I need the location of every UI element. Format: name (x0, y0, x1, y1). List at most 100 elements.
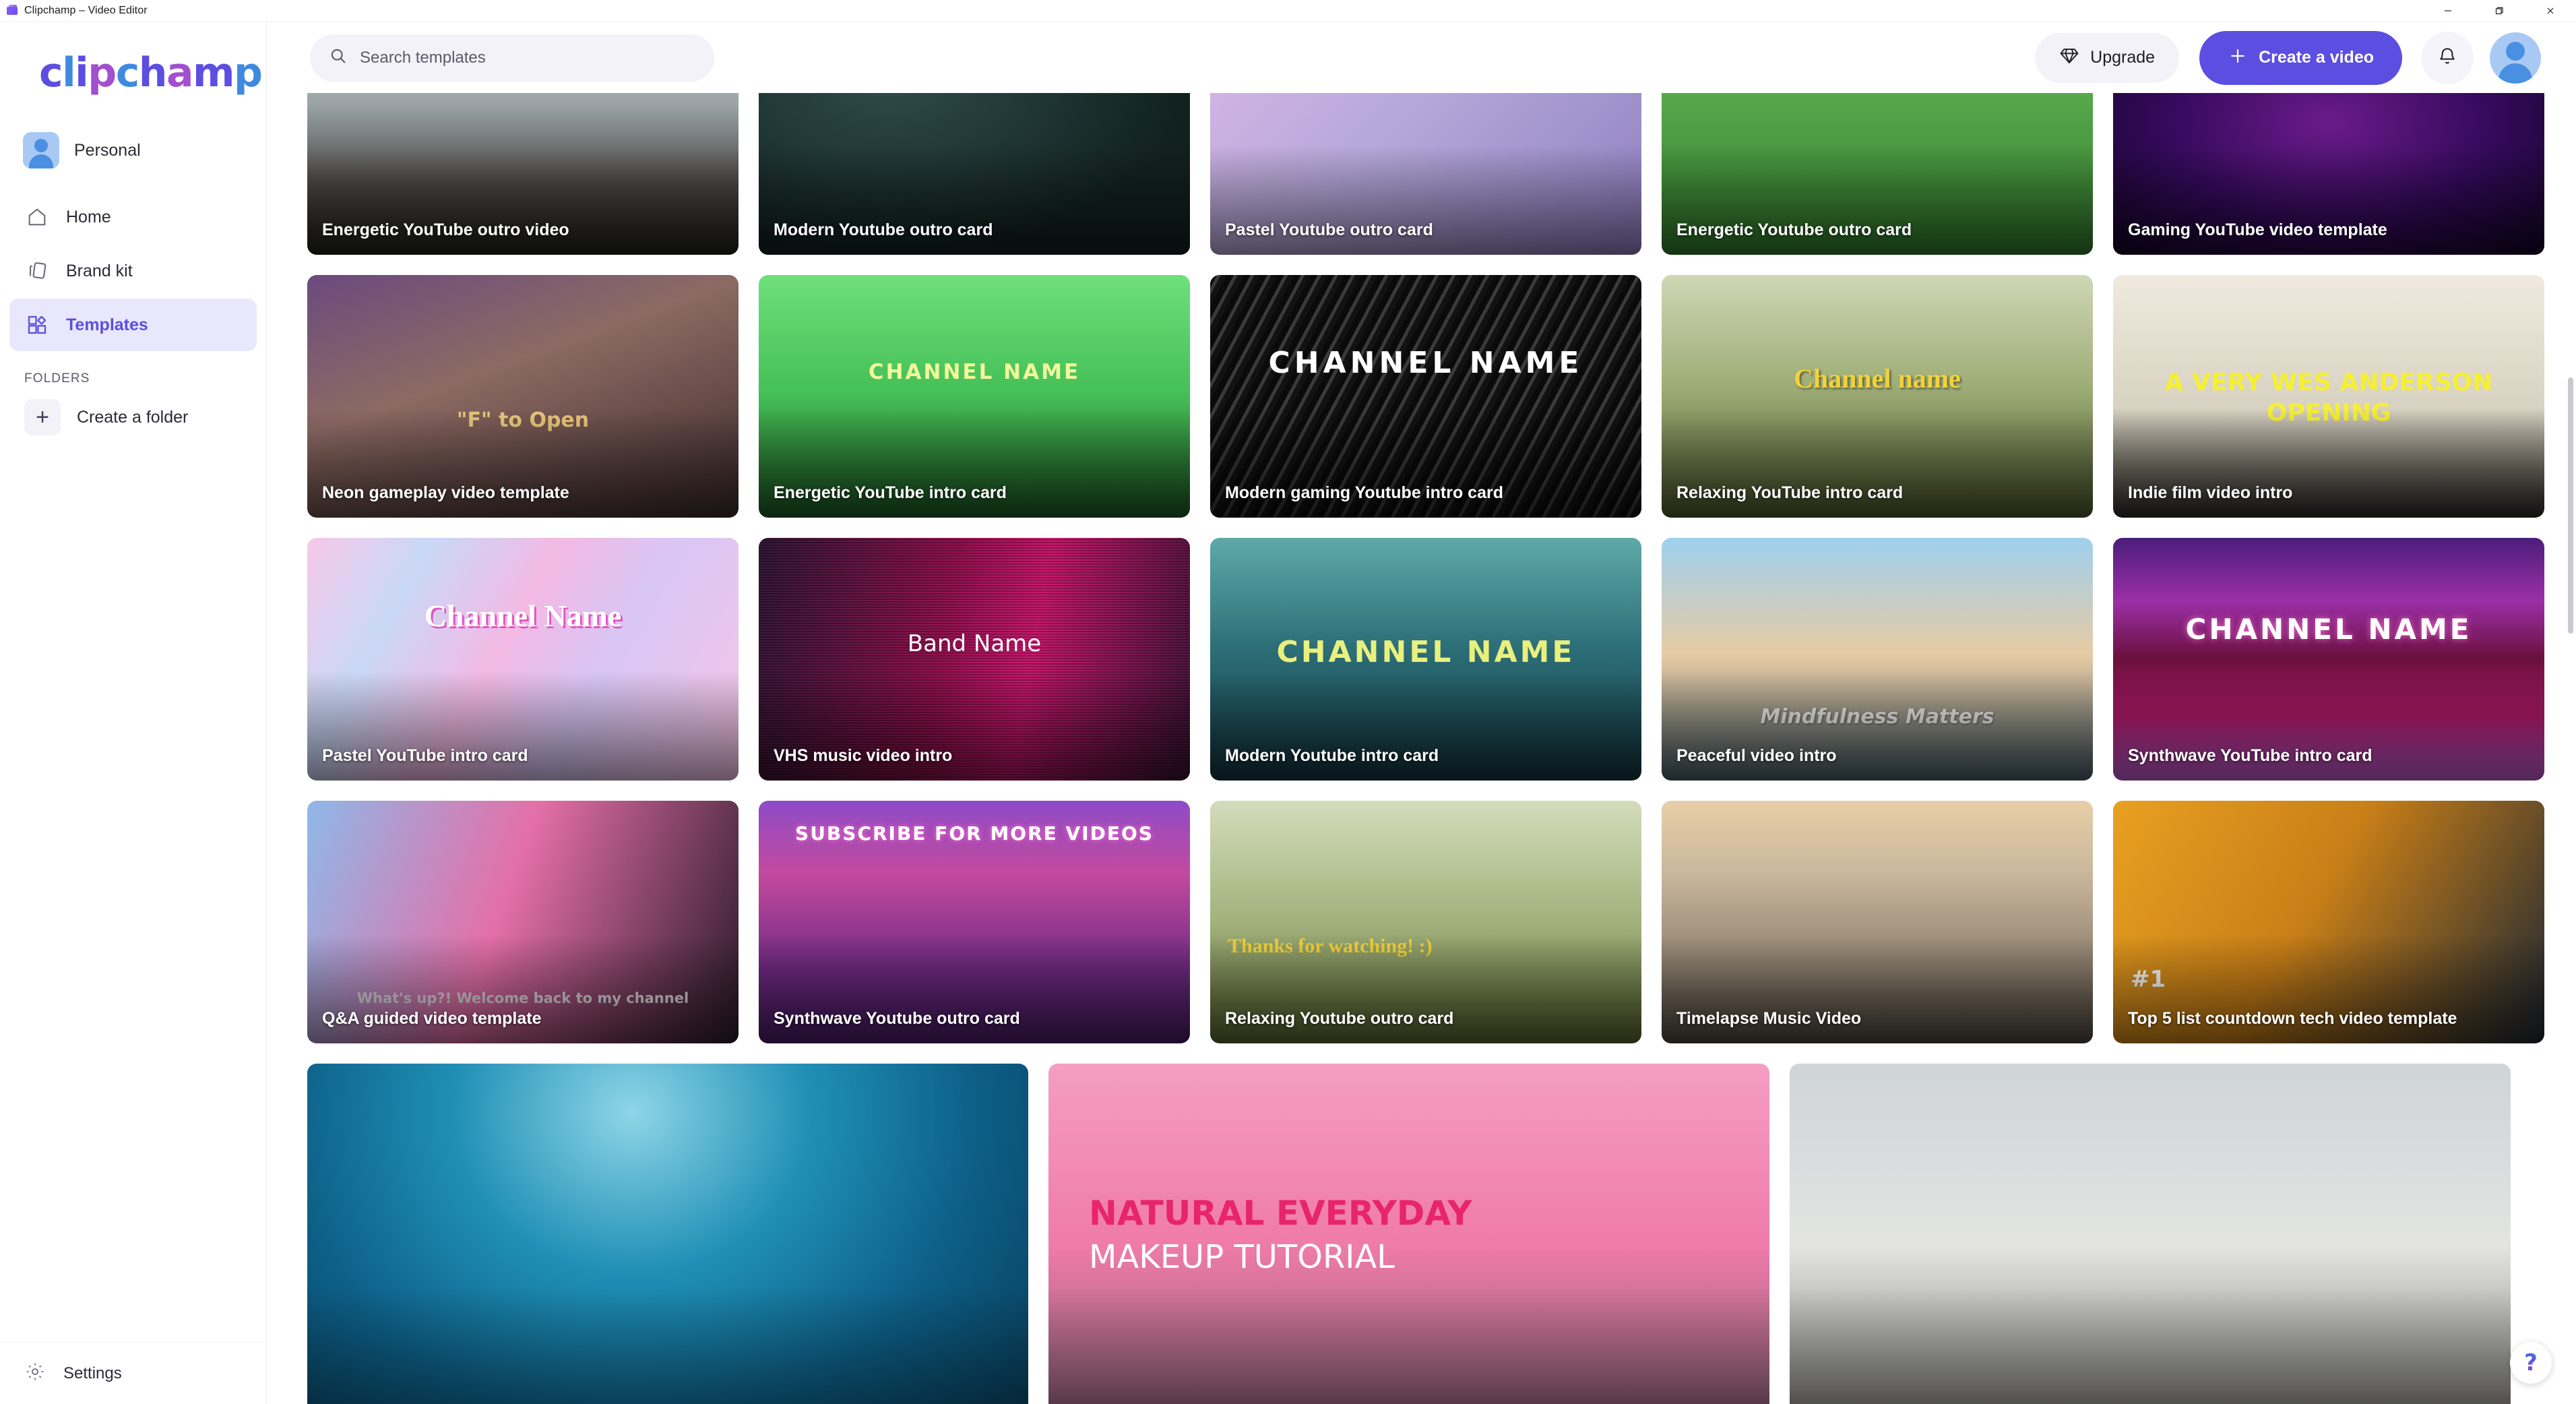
template-row: Channel Name Pastel YouTube intro card Ban… (307, 538, 2544, 781)
avatar (23, 132, 59, 169)
logo-letter: i (75, 49, 89, 96)
template-card[interactable]: NATURAL EVERYDAYMAKEUP TUTORIALYouTube m… (1048, 1064, 1769, 1404)
template-overlay-text: CHANNEL NAME (1276, 635, 1575, 669)
templates-grid: Energetic YouTube outro video VIDEOS!Mode… (307, 93, 2544, 1404)
account-switcher[interactable]: Personal (15, 125, 266, 176)
template-card[interactable]: VIDEOS!Modern Youtube outro card (759, 93, 1190, 255)
logo-letter: c (39, 49, 63, 96)
create-video-button[interactable]: Create a video (2199, 30, 2402, 85)
template-card[interactable]: A VERY WES ANDERSON OPENINGIndie film vi… (2113, 275, 2544, 518)
template-title: Energetic Youtube outro card (1676, 220, 1912, 239)
template-title: Relaxing Youtube outro card (1225, 1009, 1454, 1028)
template-card[interactable]: Gaming YouTube video template (2113, 93, 2544, 255)
template-card[interactable]: What's up?! Welcome back to my channelQ&… (307, 801, 739, 1043)
template-overlay-text: Channel name (1794, 363, 1961, 394)
template-title: Modern Youtube intro card (1225, 746, 1439, 765)
sidebar-item-label: Templates (66, 315, 148, 334)
upgrade-label: Upgrade (2090, 48, 2156, 67)
create-video-label: Create a video (2259, 48, 2374, 67)
template-card[interactable]: SUBSCRIBEEnergetic Youtube outro card (1662, 93, 2093, 255)
template-card[interactable]: CHANNEL NAME Modern Youtube intro card (1210, 538, 1641, 781)
template-row: What's up?! Welcome back to my channelQ&… (307, 801, 2544, 1043)
maximize-button[interactable] (2474, 0, 2525, 22)
templates-icon (24, 312, 50, 338)
template-card[interactable]: CHANNEL NAME Synthwave YouTube intro card (2113, 538, 2544, 781)
sidebar-item-home[interactable]: Home (9, 191, 257, 243)
template-card[interactable]: Band Name VHS music video intro (759, 538, 1190, 781)
template-row: Energetic YouTube outro video VIDEOS!Mode… (307, 93, 2544, 255)
template-card[interactable]: Energetic YouTube outro video (307, 93, 739, 255)
template-title: Neon gameplay video template (322, 483, 569, 502)
upgrade-button[interactable]: Upgrade (2035, 32, 2180, 83)
template-card[interactable]: Thanks for watching! :)Relaxing Youtube … (1210, 801, 1641, 1043)
clipchamp-logo[interactable]: clipchamp (39, 49, 266, 96)
template-card[interactable]: Channel Intro Video Template (1790, 1064, 2511, 1404)
template-title: Modern Youtube outro card (774, 220, 993, 239)
template-overlay-text: CHANNEL NAME (1268, 345, 1583, 380)
featured-template-row: Holiday recap videoNATURAL EVERYDAYMAKEU… (307, 1064, 2538, 1404)
template-card[interactable]: Timelapse Music Video (1662, 801, 2093, 1043)
brandkit-icon (24, 258, 50, 284)
logo-letter: m (192, 49, 235, 96)
template-title: Gaming YouTube video template (2128, 220, 2387, 239)
gear-icon (24, 1361, 46, 1386)
close-button[interactable] (2525, 0, 2576, 22)
settings-label: Settings (63, 1364, 122, 1382)
logo-letter: c (115, 49, 140, 96)
create-folder-label: Create a folder (77, 407, 189, 427)
template-title: Modern gaming Youtube intro card (1225, 483, 1503, 502)
template-title: Timelapse Music Video (1676, 1009, 1862, 1028)
minimize-button[interactable] (2422, 0, 2474, 22)
sidebar-item-brand-kit[interactable]: Brand kit (9, 245, 257, 297)
template-card[interactable]: CHANNEL NAME Modern gaming Youtube intro … (1210, 275, 1641, 518)
logo-letter: p (88, 49, 117, 96)
topbar: Search templates Upgrade Create a video (267, 22, 2576, 93)
template-card[interactable]: Channel name Relaxing YouTube intro card (1662, 275, 2093, 518)
template-title: Synthwave YouTube intro card (2128, 746, 2373, 765)
template-card[interactable]: SUBSCRIBE FOR MORE VIDEOS Synthwave Youtu… (759, 801, 1190, 1043)
sidebar-item-label: Home (66, 207, 111, 226)
template-card[interactable]: Holiday recap video (307, 1064, 1028, 1404)
logo-letter: l (62, 49, 76, 96)
template-overlay-text: Band Name (907, 630, 1042, 657)
title-scrim (1048, 1287, 1769, 1404)
template-card[interactable]: "F" to OpenNeon gameplay video template (307, 275, 739, 518)
help-label: ? (2524, 1349, 2538, 1376)
user-avatar-button[interactable] (2490, 32, 2541, 84)
template-title: Relaxing YouTube intro card (1676, 483, 1904, 502)
title-scrim (1790, 1287, 2511, 1404)
template-title: Pastel Youtube outro card (1225, 220, 1433, 239)
template-title: Energetic YouTube outro video (322, 220, 569, 239)
window-titlebar: Clipchamp – Video Editor (0, 0, 2576, 22)
template-card[interactable]: CHANNEL NAME Energetic YouTube intro card (759, 275, 1190, 518)
template-overlay-text: CHANNEL NAME (868, 360, 1081, 385)
template-title: Indie film video intro (2128, 483, 2293, 502)
notifications-button[interactable] (2421, 31, 2474, 84)
home-icon (24, 204, 50, 230)
vertical-scrollbar[interactable] (2568, 377, 2573, 634)
search-placeholder: Search templates (360, 48, 486, 67)
bell-icon (2437, 45, 2458, 70)
folders-heading: FOLDERS (24, 371, 90, 386)
logo-letter: a (166, 49, 194, 96)
create-folder-button[interactable]: + Create a folder (9, 393, 257, 441)
template-card[interactable]: #1Top 5 list countdown tech video templa… (2113, 801, 2544, 1043)
template-card[interactable]: Mindfulness MattersPeaceful video intro (1662, 538, 2093, 781)
search-input[interactable]: Search templates (310, 34, 714, 82)
settings-button[interactable]: Settings (0, 1342, 267, 1404)
template-card[interactable]: Pastel Youtube outro card (1210, 93, 1641, 255)
sidebar-item-templates[interactable]: Templates (9, 299, 257, 351)
title-scrim (307, 1287, 1028, 1404)
plus-icon: + (24, 399, 61, 435)
template-title: Top 5 list countdown tech video template (2128, 1009, 2457, 1028)
sidebar-nav: Home Brand kit Templates (0, 191, 266, 351)
template-title: Energetic YouTube intro card (774, 483, 1007, 502)
search-icon (329, 47, 348, 69)
diamond-icon (2059, 46, 2079, 69)
template-card[interactable]: Channel Name Pastel YouTube intro card (307, 538, 739, 781)
logo-letter: h (138, 49, 168, 96)
logo-letter: p (234, 49, 263, 96)
templates-grid-area: Energetic YouTube outro video VIDEOS!Mode… (267, 93, 2576, 1404)
help-button[interactable]: ? (2510, 1342, 2552, 1384)
template-title: Peaceful video intro (1676, 746, 1837, 765)
